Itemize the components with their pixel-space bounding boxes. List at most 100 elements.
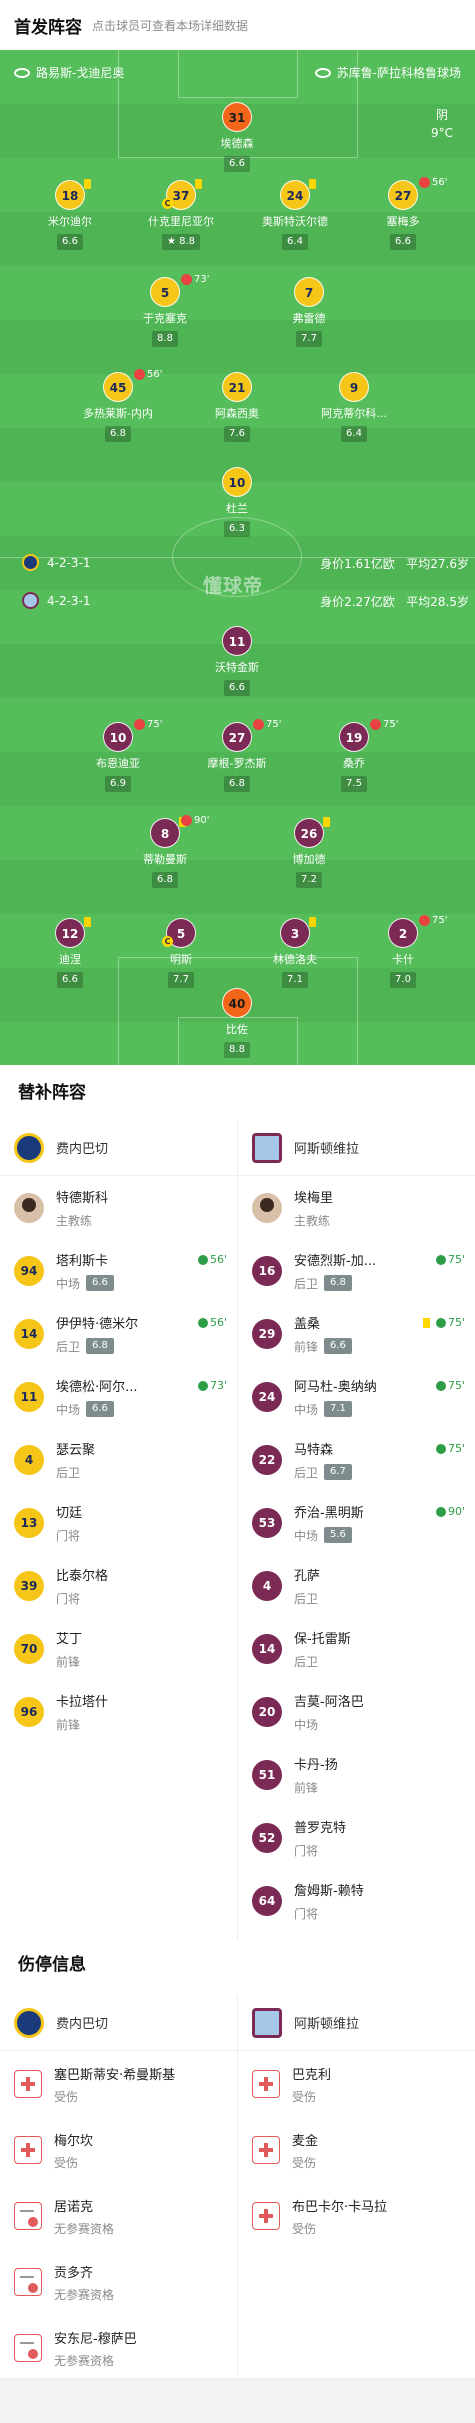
sub-name: 安德烈斯-加...	[294, 1253, 377, 1269]
sub-position: 后卫	[294, 1276, 319, 1291]
sub-player[interactable]: 64 詹姆斯-赖特 门将	[238, 1869, 475, 1932]
sub-player[interactable]: 4 瑟云聚 后卫	[0, 1428, 237, 1491]
injury-item[interactable]: 梅尔坎 受伤	[0, 2117, 237, 2183]
away-player[interactable]: 12 迪涅 6.6	[20, 917, 120, 988]
away-player[interactable]: 5 C 明斯 7.7	[131, 918, 231, 988]
shirt-icon: 26	[294, 818, 324, 848]
sub-player[interactable]: 20 吉莫-阿洛巴 中场	[238, 1680, 475, 1743]
sub-player[interactable]: 11 埃德松·阿尔... 中场 6.6 73'	[0, 1365, 237, 1428]
away-player[interactable]: 19 75' 桑乔 7.5	[304, 719, 404, 792]
lineup-header: 首发阵容 点击球员可查看本场详细数据	[0, 0, 475, 50]
sub-on-icon	[435, 1506, 446, 1517]
sub-off-marker: 75'	[419, 915, 447, 926]
sub-player[interactable]: 24 阿马杜-奥纳纳 中场 7.1 75'	[238, 1365, 475, 1428]
home-venue-label: 路易斯-戈迪尼奥	[36, 66, 125, 80]
away-player[interactable]: 26 博加德 7.2	[259, 817, 359, 888]
sub-position: 前锋	[56, 1654, 81, 1669]
injury-item[interactable]: 巴克利 受伤	[238, 2051, 475, 2117]
player-name: 蒂勒曼斯	[143, 853, 187, 866]
player-name: 多热莱斯-内内	[83, 407, 153, 420]
home-player[interactable]: 45 56' 多热莱斯-内内 6.8	[68, 369, 168, 442]
player-rating: 6.6	[57, 234, 83, 250]
shirt-icon: 24	[280, 180, 310, 210]
sub-on-marker: 56'	[197, 1253, 227, 1266]
player-name: 阿森西奥	[215, 407, 259, 420]
sub-player[interactable]: 53 乔治-黑明斯 中场 5.6 90'	[238, 1491, 475, 1554]
player-rating: 7.0	[390, 972, 416, 988]
sub-position: 门将	[294, 1906, 319, 1921]
away-value-label: 身价2.27亿欧	[320, 595, 395, 609]
player-name: 桑乔	[343, 757, 365, 770]
shirt-icon: 53	[252, 1507, 282, 1538]
stadium-icon	[314, 67, 331, 78]
injury-item[interactable]: 居诺克 无参赛资格	[0, 2183, 237, 2249]
sub-player[interactable]: 16 安德烈斯-加... 后卫 6.8 75'	[238, 1239, 475, 1302]
sub-on-marker: 75'	[435, 1379, 465, 1392]
away-venue-label: 苏库鲁-萨拉科格鲁球场	[336, 66, 461, 80]
home-subs-team: 费内巴切	[0, 1120, 237, 1176]
injury-item[interactable]: 布巴卡尔·卡马拉 受伤	[238, 2183, 475, 2249]
sub-player[interactable]: 22 马特森 后卫 6.7 75'	[238, 1428, 475, 1491]
sub-off-icon	[181, 815, 192, 826]
suspension-icon	[14, 2202, 42, 2230]
home-player[interactable]: 37 C 什克里尼亚尔 ★ 8.8	[131, 179, 231, 250]
sub-time: 75'	[447, 1316, 465, 1329]
team-name: 费内巴切	[56, 1142, 109, 1157]
away-player[interactable]: 27 75' 摩根-罗杰斯 6.8	[187, 719, 287, 792]
home-player[interactable]: 18 米尔迪尔 6.6	[20, 179, 120, 250]
away-player[interactable]: 3 林德洛夫 7.1	[245, 917, 345, 988]
sub-player[interactable]: 29 盖桑 前锋 6.6 75'	[238, 1302, 475, 1365]
sub-player[interactable]: 39 比泰尔格 门将	[0, 1554, 237, 1617]
sub-player[interactable]: 13 切廷 门将	[0, 1491, 237, 1554]
sub-position: 前锋	[294, 1780, 319, 1795]
player-rating: 6.8	[105, 426, 131, 442]
sub-player[interactable]: 70 艾丁 前锋	[0, 1617, 237, 1680]
sub-player[interactable]: 51 卡丹-扬 前锋	[238, 1743, 475, 1806]
home-coach[interactable]: 特德斯科 主教练	[0, 1176, 237, 1239]
coach-avatar	[14, 1192, 44, 1223]
home-player[interactable]: 31 埃德森 6.6	[187, 102, 287, 172]
injury-item[interactable]: 麦金 受伤	[238, 2117, 475, 2183]
injury-icon	[252, 2202, 280, 2230]
player-name: 埃德森	[220, 137, 254, 150]
sub-player[interactable]: 4 孔萨 后卫	[238, 1554, 475, 1617]
injury-icon	[252, 2136, 280, 2164]
home-player[interactable]: 27 56' 塞梅多 6.6	[353, 177, 453, 250]
sub-player[interactable]: 52 普罗克特 门将	[238, 1806, 475, 1869]
home-player[interactable]: 10 杜兰 6.3	[187, 467, 287, 537]
sub-player[interactable]: 94 塔利斯卡 中场 6.6 56'	[0, 1239, 237, 1302]
injury-status: 无参赛资格	[54, 2287, 115, 2302]
away-player[interactable]: 2 75' 卡什 7.0	[353, 915, 453, 988]
sub-name: 詹姆斯-赖特	[294, 1883, 364, 1899]
injury-item[interactable]: 塞巴斯蒂安·希曼斯基 受伤	[0, 2051, 237, 2117]
shirt-icon: 31	[222, 102, 252, 132]
injury-item[interactable]: 安东尼-穆萨巴 无参赛资格	[0, 2315, 237, 2381]
home-player[interactable]: 9 阿克蒂尔科... 6.4	[304, 372, 404, 442]
home-venue: 路易斯-戈迪尼奥	[14, 64, 124, 81]
sub-player[interactable]: 14 伊伊特·德米尔 后卫 6.8 56'	[0, 1302, 237, 1365]
sub-position: 后卫	[294, 1654, 319, 1669]
sub-player[interactable]: 14 保-托雷斯 后卫	[238, 1617, 475, 1680]
sub-position: 门将	[56, 1591, 81, 1606]
away-player[interactable]: 8 90' 蒂勒曼斯 6.8	[115, 815, 215, 888]
shirt-icon: 8	[150, 818, 180, 848]
player-name: 奥斯特沃尔德	[262, 215, 328, 228]
home-player[interactable]: 24 奥斯特沃尔德 6.4	[245, 179, 345, 250]
away-subs: 阿斯顿维拉 埃梅里 主教练 16 安德烈斯-加... 后卫 6.8 75' 29 盖桑…	[238, 1120, 475, 1932]
sub-off-icon	[134, 719, 145, 730]
home-player[interactable]: 21 阿森西奥 7.6	[187, 372, 287, 442]
team-name: 阿斯顿维拉	[294, 2017, 360, 2032]
injury-item[interactable]: 贡多齐 无参赛资格	[0, 2249, 237, 2315]
sub-on-icon	[435, 1317, 446, 1328]
home-player[interactable]: 7 弗雷德 7.7	[259, 277, 359, 347]
injury-name: 巴克利	[292, 2067, 332, 2083]
home-player[interactable]: 5 73' 于克塞克 8.8	[115, 274, 215, 347]
away-player[interactable]: 10 75' 布恩迪亚 6.9	[68, 719, 168, 792]
sub-player[interactable]: 96 卡拉塔什 前锋	[0, 1680, 237, 1743]
away-player[interactable]: 40 比佐 8.8	[187, 988, 287, 1058]
player-name: 明斯	[170, 953, 192, 966]
away-player[interactable]: 11 沃特金斯 6.6	[187, 626, 287, 696]
shirt-icon: 4	[14, 1444, 44, 1475]
away-coach[interactable]: 埃梅里 主教练	[238, 1176, 475, 1239]
sub-name: 普罗克特	[294, 1820, 347, 1836]
